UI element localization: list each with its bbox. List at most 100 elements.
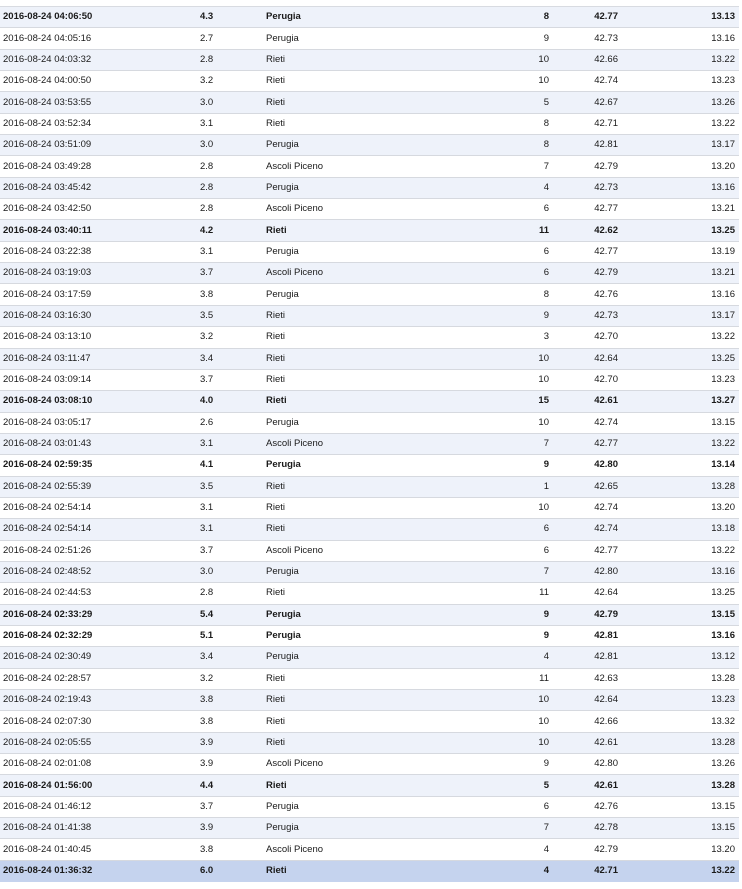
magnitude-cell: 4.3 (168, 5, 263, 28)
table-row[interactable]: 2016-08-24 01:41:38 3.9 Perugia 7 42.78 13.15 (0, 817, 739, 839)
depth-cell: 10 (493, 368, 557, 391)
depth-cell: 4 (493, 176, 557, 199)
table-row[interactable]: 2016-08-24 02:33:29 5.4 Perugia 9 42.79 13.15 (0, 603, 739, 626)
table-row[interactable]: 2016-08-24 03:45:42 2.8 Perugia 4 42.73 13.16 (0, 176, 739, 199)
longitude-cell: 13.15 (647, 603, 739, 626)
longitude-cell: 13.28 (647, 774, 739, 797)
latitude-cell: 42.74 (557, 496, 647, 519)
event-time-cell: 2016-08-24 01:40:45 (0, 838, 168, 861)
area-cell: Rieti (263, 326, 493, 348)
table-row[interactable]: 2016-08-24 02:54:14 3.1 Rieti 10 42.74 13.20 (0, 496, 739, 519)
table-row[interactable]: 2016-08-24 03:40:11 4.2 Rieti 11 42.62 13.25 (0, 219, 739, 242)
table-row[interactable]: 2016-08-24 02:55:39 3.5 Rieti 1 42.65 13.28 (0, 475, 739, 498)
table-row[interactable]: 2016-08-24 03:13:10 3.2 Rieti 3 42.70 13.22 (0, 326, 739, 348)
magnitude-cell: 3.2 (168, 326, 263, 348)
latitude-cell: 42.77 (557, 432, 647, 455)
latitude-cell: 42.80 (557, 560, 647, 583)
event-time-cell: 2016-08-24 04:03:32 (0, 48, 168, 71)
latitude-cell: 42.73 (557, 27, 647, 50)
latitude-cell: 42.74 (557, 411, 647, 434)
latitude-cell: 42.71 (557, 112, 647, 135)
table-row[interactable]: 2016-08-24 03:16:30 3.5 Rieti 9 42.73 13.17 (0, 304, 739, 327)
longitude-cell: 13.23 (647, 368, 739, 391)
area-cell: Rieti (263, 91, 493, 114)
area-cell: Ascoli Piceno (263, 753, 493, 775)
longitude-cell: 13.26 (647, 91, 739, 114)
longitude-cell: 13.18 (647, 518, 739, 541)
area-cell: Rieti (263, 774, 493, 797)
table-row[interactable]: 2016-08-24 04:06:50 4.3 Perugia 8 42.77 13.13 (0, 5, 739, 28)
area-cell: Perugia (263, 646, 493, 669)
latitude-cell: 42.80 (557, 753, 647, 775)
table-row[interactable]: 2016-08-24 03:01:43 3.1 Ascoli Piceno 7 42.7… (0, 432, 739, 455)
depth-cell: 9 (493, 304, 557, 327)
area-cell: Rieti (263, 48, 493, 71)
latitude-cell: 42.78 (557, 817, 647, 839)
magnitude-cell: 3.7 (168, 795, 263, 818)
table-row[interactable]: 2016-08-24 01:36:32 6.0 Rieti 4 42.71 13.22 (0, 859, 739, 882)
table-row[interactable]: 2016-08-24 03:19:03 3.7 Ascoli Piceno 6 42.7… (0, 262, 739, 284)
table-row[interactable]: 2016-08-24 01:46:12 3.7 Perugia 6 42.76 13.15 (0, 795, 739, 818)
area-cell: Ascoli Piceno (263, 198, 493, 220)
table-row[interactable]: 2016-08-24 04:00:50 3.2 Rieti 10 42.74 13.23 (0, 70, 739, 92)
longitude-cell: 13.15 (647, 411, 739, 434)
latitude-cell: 42.66 (557, 48, 647, 71)
area-cell: Perugia (263, 411, 493, 434)
table-row[interactable]: 2016-08-24 02:05:55 3.9 Rieti 10 42.61 13.28 (0, 731, 739, 754)
table-row[interactable]: 2016-08-24 02:51:26 3.7 Ascoli Piceno 6 42.7… (0, 539, 739, 562)
longitude-cell: 13.15 (647, 795, 739, 818)
table-row[interactable]: 2016-08-24 02:19:43 3.8 Rieti 10 42.64 13.23 (0, 688, 739, 711)
table-row[interactable]: 2016-08-24 04:03:32 2.8 Rieti 10 42.66 13.22 (0, 48, 739, 71)
magnitude-cell: 3.4 (168, 347, 263, 370)
table-row[interactable]: 2016-08-24 02:01:08 3.9 Ascoli Piceno 9 42.8… (0, 753, 739, 775)
table-row[interactable]: 2016-08-24 02:07:30 3.8 Rieti 10 42.66 13.32 (0, 710, 739, 733)
area-cell: Rieti (263, 368, 493, 391)
table-row[interactable]: 2016-08-24 03:09:14 3.7 Rieti 10 42.70 13.23 (0, 368, 739, 391)
table-row[interactable]: 2016-08-24 02:54:14 3.1 Rieti 6 42.74 13.18 (0, 518, 739, 541)
table-row[interactable]: 2016-08-24 02:32:29 5.1 Perugia 9 42.81 13.16 (0, 624, 739, 647)
latitude-cell: 42.61 (557, 390, 647, 413)
latitude-cell: 42.79 (557, 262, 647, 284)
table-row[interactable]: 2016-08-24 03:53:55 3.0 Rieti 5 42.67 13.26 (0, 91, 739, 114)
area-cell: Rieti (263, 667, 493, 690)
table-row[interactable]: 2016-08-24 04:05:16 2.7 Perugia 9 42.73 13.16 (0, 27, 739, 50)
longitude-cell: 13.25 (647, 219, 739, 242)
event-time-cell: 2016-08-24 02:51:26 (0, 539, 168, 562)
longitude-cell: 13.16 (647, 624, 739, 647)
area-cell: Perugia (263, 624, 493, 647)
magnitude-cell: 3.8 (168, 838, 263, 861)
magnitude-cell: 2.6 (168, 411, 263, 434)
table-row[interactable]: 2016-08-24 01:40:45 3.8 Ascoli Piceno 4 42.7… (0, 838, 739, 861)
event-time-cell: 2016-08-24 02:55:39 (0, 475, 168, 498)
longitude-cell: 13.25 (647, 347, 739, 370)
event-time-cell: 2016-08-24 02:54:14 (0, 496, 168, 519)
table-row[interactable]: 2016-08-24 02:28:57 3.2 Rieti 11 42.63 13.28 (0, 667, 739, 690)
depth-cell: 4 (493, 646, 557, 669)
table-row[interactable]: 2016-08-24 03:22:38 3.1 Perugia 6 42.77 13.19 (0, 240, 739, 263)
magnitude-cell: 3.5 (168, 475, 263, 498)
event-time-cell: 2016-08-24 01:56:00 (0, 774, 168, 797)
table-row[interactable]: 2016-08-24 03:52:34 3.1 Rieti 8 42.71 13.22 (0, 112, 739, 135)
table-row[interactable]: 2016-08-24 01:56:00 4.4 Rieti 5 42.61 13.28 (0, 774, 739, 797)
latitude-cell: 42.71 (557, 859, 647, 882)
latitude-cell: 42.66 (557, 710, 647, 733)
table-row[interactable]: 2016-08-24 02:44:53 2.8 Rieti 11 42.64 13.25 (0, 582, 739, 605)
depth-cell: 10 (493, 48, 557, 71)
table-row[interactable]: 2016-08-24 03:42:50 2.8 Ascoli Piceno 6 42.7… (0, 198, 739, 220)
longitude-cell: 13.14 (647, 454, 739, 477)
table-row[interactable]: 2016-08-24 02:30:49 3.4 Perugia 4 42.81 13.12 (0, 646, 739, 669)
table-row[interactable]: 2016-08-24 03:05:17 2.6 Perugia 10 42.74 13.1… (0, 411, 739, 434)
longitude-cell: 13.17 (647, 134, 739, 156)
table-row[interactable]: 2016-08-24 03:17:59 3.8 Perugia 8 42.76 13.16 (0, 283, 739, 306)
table-row[interactable]: 2016-08-24 03:08:10 4.0 Rieti 15 42.61 13.27 (0, 390, 739, 413)
longitude-cell: 13.27 (647, 390, 739, 413)
depth-cell: 8 (493, 134, 557, 156)
table-row[interactable]: 2016-08-24 03:49:28 2.8 Ascoli Piceno 7 42.7… (0, 155, 739, 178)
area-cell: Perugia (263, 283, 493, 306)
table-row[interactable]: 2016-08-24 03:51:09 3.0 Perugia 8 42.81 13.17 (0, 134, 739, 156)
magnitude-cell: 3.1 (168, 240, 263, 263)
latitude-cell: 42.76 (557, 283, 647, 306)
table-row[interactable]: 2016-08-24 03:11:47 3.4 Rieti 10 42.64 13.25 (0, 347, 739, 370)
table-row[interactable]: 2016-08-24 02:48:52 3.0 Perugia 7 42.80 13.16 (0, 560, 739, 583)
table-row[interactable]: 2016-08-24 02:59:35 4.1 Perugia 9 42.80 13.14 (0, 454, 739, 477)
